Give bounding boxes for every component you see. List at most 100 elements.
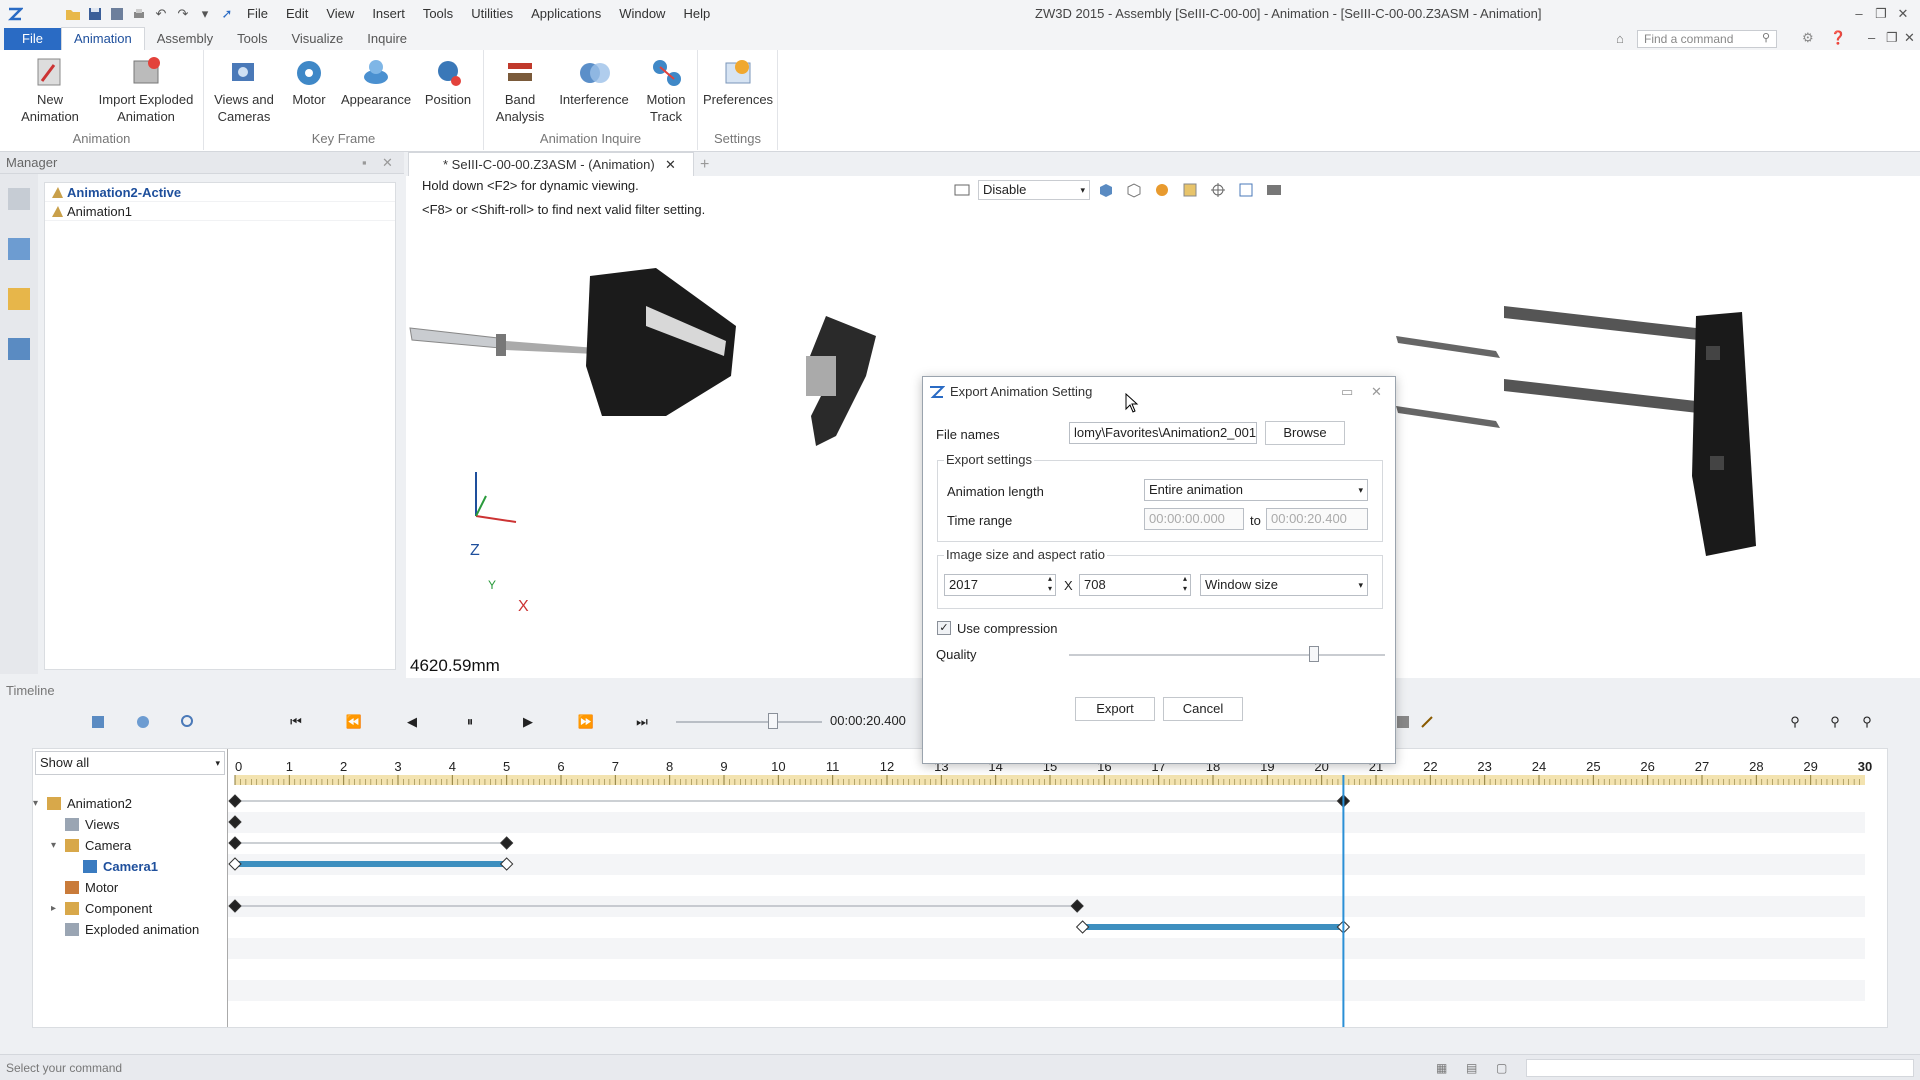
home-icon[interactable]: ⌂ (1616, 31, 1624, 46)
play-icon[interactable]: ▶ (517, 712, 539, 732)
tab-tools[interactable]: Tools (225, 28, 279, 50)
file-names-input[interactable]: lomy\Favorites\Animation2_001.mp4 (1069, 422, 1257, 444)
menu-insert[interactable]: Insert (363, 0, 414, 28)
save-icon[interactable] (84, 3, 106, 25)
filter-select[interactable]: Disable ▾ (978, 180, 1090, 200)
tree-item-animation1[interactable]: Animation1 (45, 202, 395, 221)
timeline-filter-icon[interactable]: ⚲ (1784, 712, 1806, 732)
manager-pin-icon[interactable]: ▪ (362, 152, 367, 174)
tab-file[interactable]: File (4, 28, 61, 50)
filter-icon[interactable] (950, 180, 974, 200)
layer-manager-icon[interactable] (8, 338, 30, 360)
motor-button[interactable]: Motor (284, 55, 334, 108)
motion-track-button[interactable]: Motion Track (636, 55, 696, 125)
use-compression-checkbox[interactable]: ✓ (937, 621, 951, 635)
cancel-button[interactable]: Cancel (1163, 697, 1243, 721)
timeline-tree-item[interactable]: ▾ Camera (33, 835, 227, 856)
tab-visualize[interactable]: Visualize (279, 28, 355, 50)
timeline-tree-item[interactable]: Motor (33, 877, 227, 898)
export-button[interactable]: Export (1075, 697, 1155, 721)
timeline-options-icon[interactable] (87, 712, 109, 732)
quality-slider-thumb[interactable] (1309, 646, 1319, 662)
tab-assembly[interactable]: Assembly (145, 28, 225, 50)
chevron-down-icon[interactable]: ▾ (33, 793, 38, 814)
settings-icon[interactable]: ⚙ (1802, 30, 1814, 46)
dialog-pin-icon[interactable]: ▭ (1341, 377, 1353, 407)
manager-close-icon[interactable]: ✕ (382, 152, 393, 174)
image-width-input[interactable]: 2017 ▴ ▾ (944, 574, 1056, 596)
save-all-icon[interactable] (106, 3, 128, 25)
spinner-icon[interactable]: ▴ ▾ (1048, 575, 1052, 594)
snap-icon[interactable] (1206, 180, 1230, 200)
open-icon[interactable] (62, 3, 84, 25)
playback-slider-track[interactable] (676, 721, 822, 723)
timeline-link-icon[interactable]: ⚲ (1824, 712, 1846, 732)
status-icon-3[interactable]: ▢ (1496, 1055, 1507, 1080)
search-input[interactable]: Find a command (1637, 30, 1777, 48)
print-icon[interactable] (128, 3, 150, 25)
assembly-manager-icon[interactable] (8, 238, 30, 260)
search-icon[interactable]: ⚲ (1762, 31, 1770, 44)
playback-slider-thumb[interactable] (768, 713, 778, 729)
section-icon[interactable] (1234, 180, 1258, 200)
timeline-tree-item[interactable]: Camera1 (33, 856, 227, 877)
interference-button[interactable]: Interference (554, 55, 634, 108)
previous-key-icon[interactable]: ⏪ (343, 712, 365, 732)
browse-button[interactable]: Browse (1265, 421, 1345, 445)
display-icon[interactable] (1262, 180, 1286, 200)
tab-animation[interactable]: Animation (60, 27, 145, 50)
time-range-from-input[interactable]: 00:00:00.000 (1144, 508, 1244, 530)
time-range-to-input[interactable]: 00:00:20.400 (1266, 508, 1368, 530)
undo-icon[interactable]: ↶ (150, 3, 172, 25)
menu-file[interactable]: File (238, 0, 277, 28)
timeline-tracks[interactable]: 0 1 2 3 4 5 6 7 8 9 10 11 12 13 14 15 16 17 18 19 20 21 22 23 24… (227, 749, 1889, 1027)
new-animation-button[interactable]: New Animation (14, 55, 86, 125)
render-mode-icon[interactable] (1150, 180, 1174, 200)
minimize-icon[interactable]: – (1848, 0, 1870, 28)
help-icon[interactable]: ❓ (1830, 30, 1846, 46)
tab-inquire[interactable]: Inquire (355, 28, 419, 50)
position-button[interactable]: Position (418, 55, 478, 108)
menu-applications[interactable]: Applications (522, 0, 610, 28)
timeline-filter-select[interactable]: Show all ▾ (35, 751, 225, 775)
next-key-icon[interactable]: ⏩ (575, 712, 597, 732)
timeline-tree-item[interactable]: Exploded animation (33, 919, 227, 940)
dialog-close-icon[interactable]: ✕ (1371, 377, 1382, 407)
status-icon-1[interactable]: ▦ (1436, 1055, 1447, 1080)
timeline-tree-item[interactable]: ▸ Component (33, 898, 227, 919)
size-mode-select[interactable]: Window size ▾ (1200, 574, 1368, 596)
view-cube-icon[interactable] (1094, 180, 1118, 200)
history-icon[interactable] (8, 188, 30, 210)
new-tab-icon[interactable]: + (700, 156, 709, 174)
tree-item-animation2[interactable]: Animation2-Active (45, 183, 395, 202)
ribbon-minimize-icon[interactable]: – (1868, 30, 1875, 45)
pause-icon[interactable]: ⏸ (459, 712, 481, 732)
band-analysis-button[interactable]: Band Analysis (490, 55, 550, 125)
appearance-button[interactable]: Appearance (338, 55, 414, 108)
timeline-tree-item[interactable]: Views (33, 814, 227, 835)
timeline-tree-item[interactable]: ▾ Animation2 (33, 793, 227, 814)
menu-help[interactable]: Help (674, 0, 719, 28)
ribbon-close-icon[interactable]: ✕ (1904, 30, 1915, 46)
go-to-start-icon[interactable]: ⏮ (285, 712, 307, 732)
timeline-unlink-icon[interactable]: ⚲ (1856, 712, 1878, 732)
document-tab[interactable]: * SeIII-C-00-00.Z3ASM - (Animation) ✕ (408, 152, 694, 176)
chevron-right-icon[interactable]: ▸ (51, 898, 56, 919)
menu-utilities[interactable]: Utilities (462, 0, 522, 28)
animation-length-select[interactable]: Entire animation ▾ (1144, 479, 1368, 501)
menu-tools[interactable]: Tools (414, 0, 462, 28)
ribbon-restore-icon[interactable]: ❐ (1886, 30, 1898, 46)
close-icon[interactable]: ✕ (1892, 0, 1914, 28)
key-edit-icon[interactable] (1416, 712, 1438, 732)
menu-edit[interactable]: Edit (277, 0, 317, 28)
preferences-button[interactable]: Preferences (702, 55, 774, 108)
lighting-icon[interactable] (1178, 180, 1202, 200)
wireframe-icon[interactable] (1122, 180, 1146, 200)
reverse-play-icon[interactable]: ◀ (401, 712, 423, 732)
pointer-icon[interactable]: ➚ (216, 3, 238, 25)
menu-view[interactable]: View (317, 0, 363, 28)
import-exploded-animation-button[interactable]: Import Exploded Animation (94, 55, 198, 125)
quality-slider-track[interactable] (1069, 654, 1385, 656)
restore-icon[interactable]: ❐ (1870, 0, 1892, 28)
status-icon-2[interactable]: ▤ (1466, 1055, 1477, 1080)
